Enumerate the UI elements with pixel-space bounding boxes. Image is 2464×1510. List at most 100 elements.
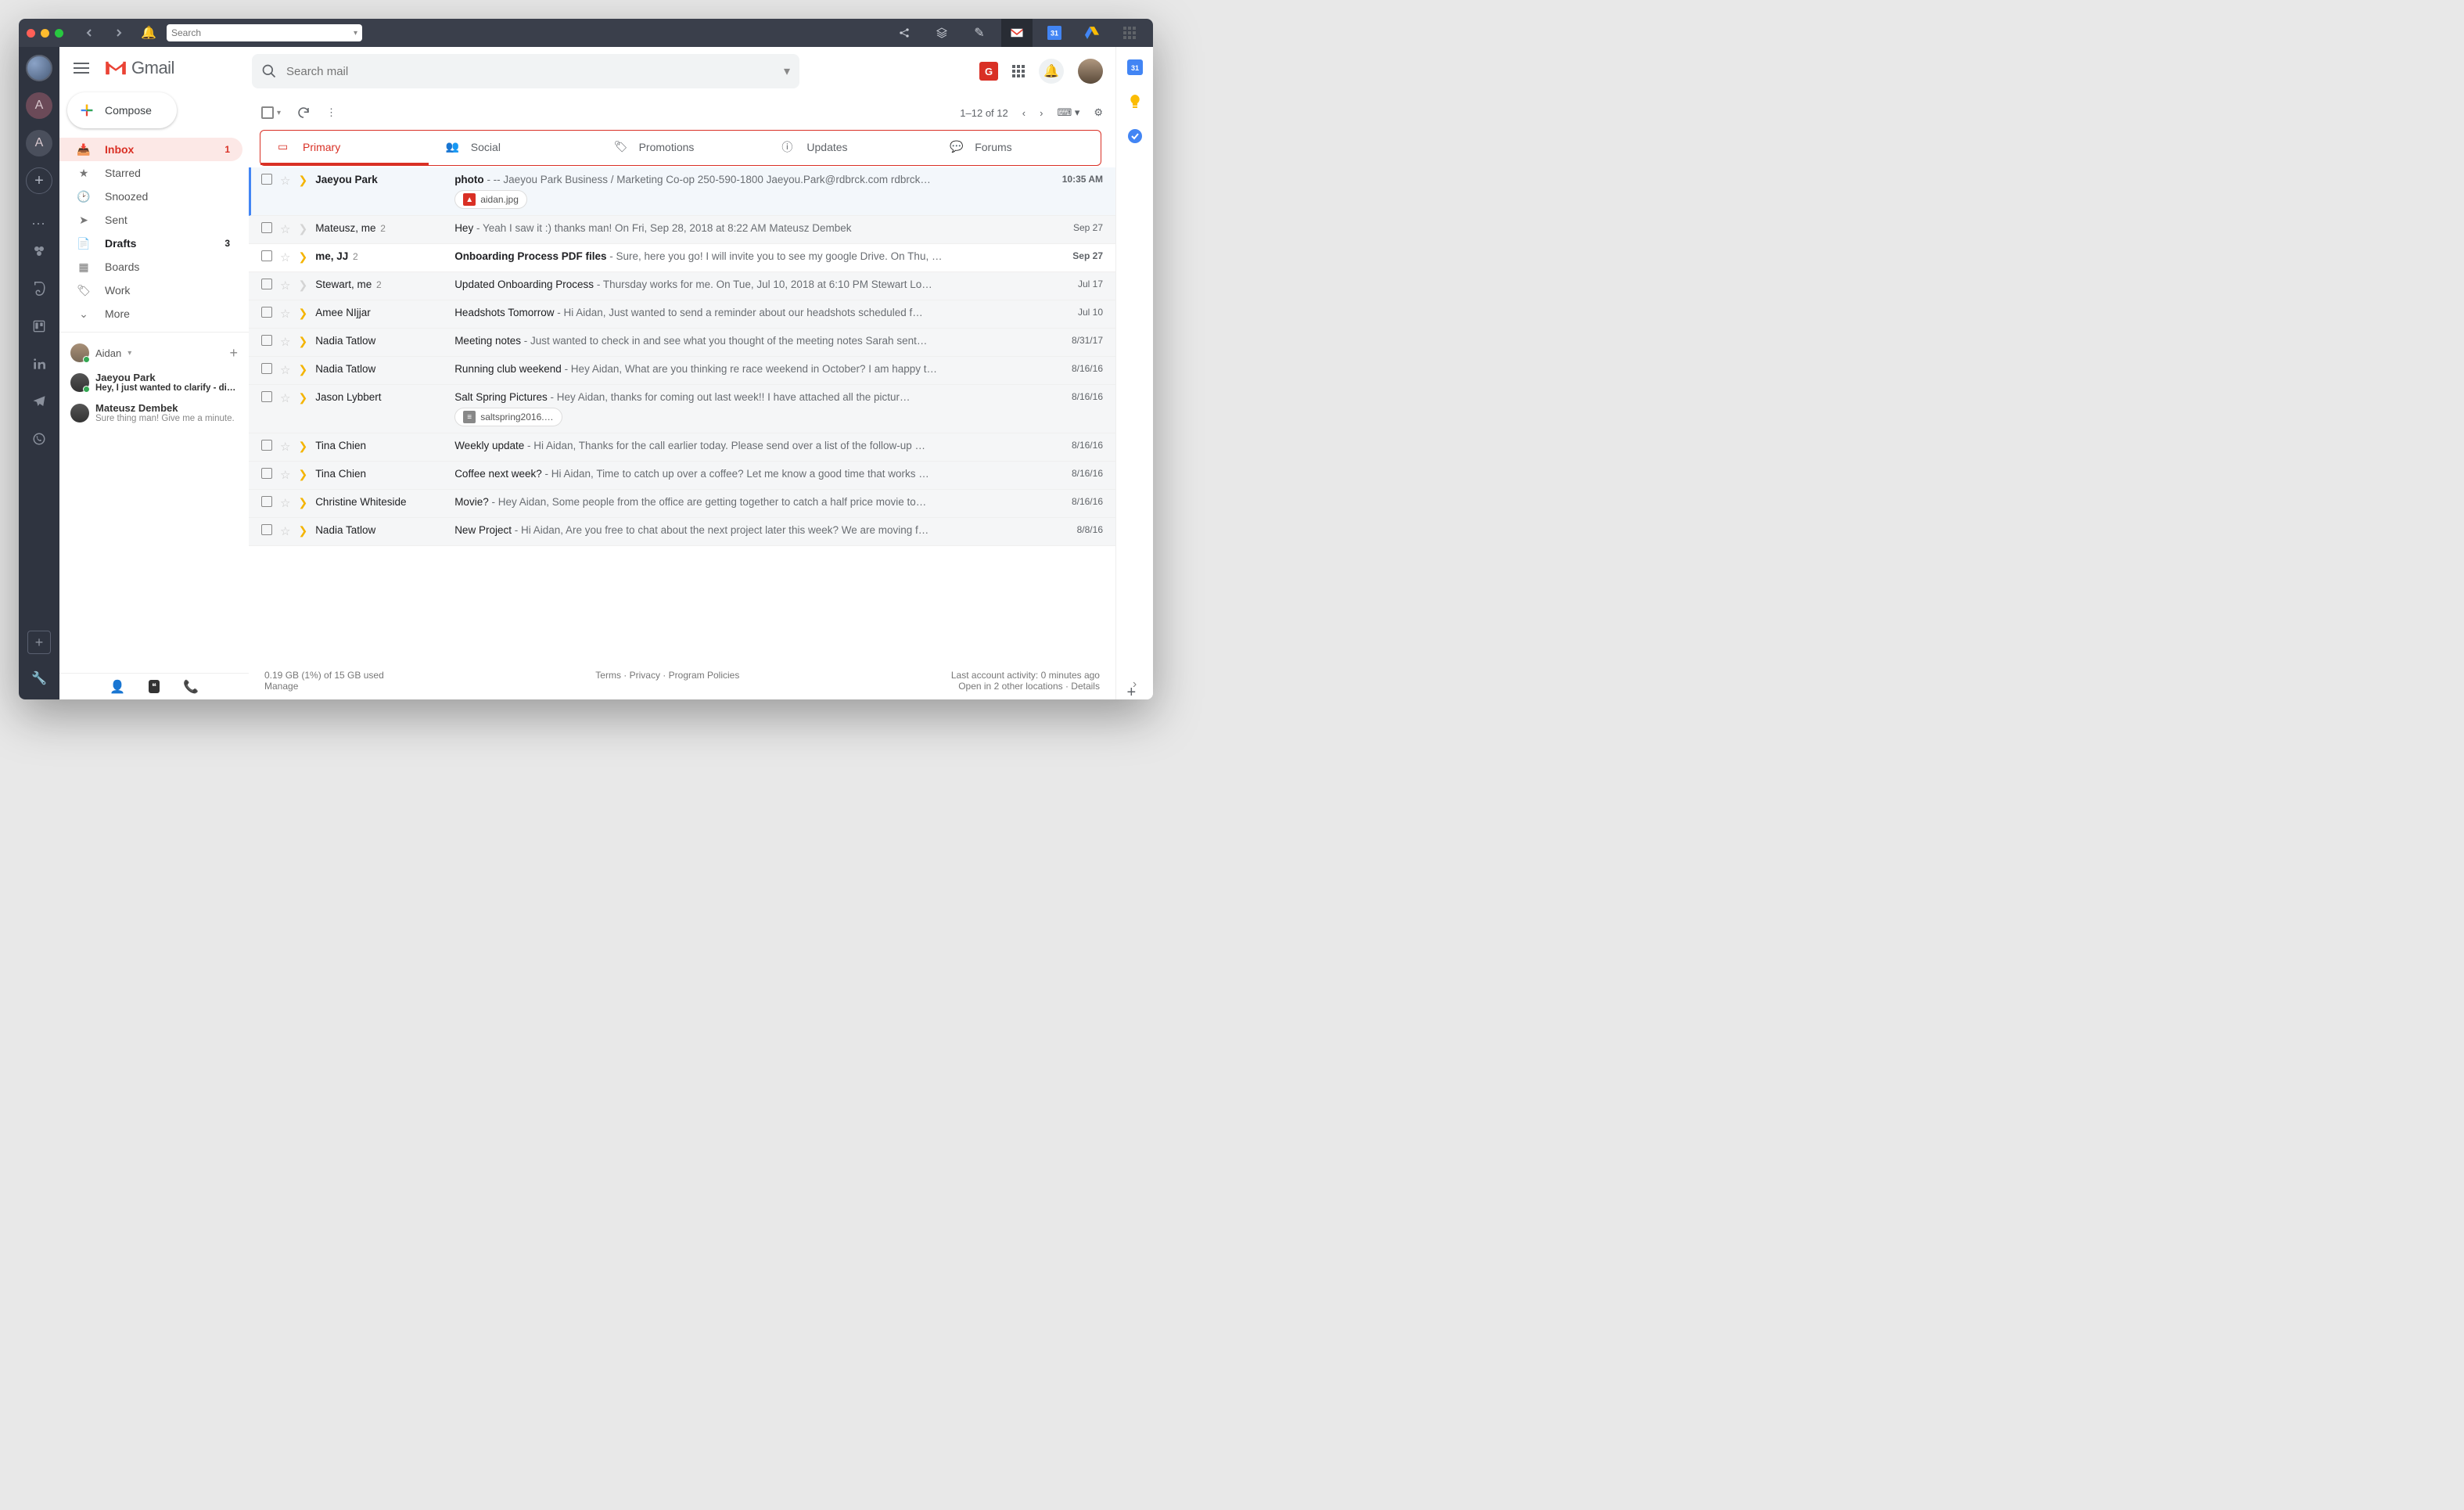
email-row[interactable]: ☆ ❯ Tina Chien Weekly update - Hi Aidan,… — [249, 433, 1115, 462]
sidebar-item-inbox[interactable]: 📥Inbox1 — [59, 138, 242, 161]
email-row[interactable]: ☆ ❯ Mateusz, me 2 Hey - Yeah I saw it :)… — [249, 216, 1115, 244]
gmail-logo[interactable]: Gmail — [105, 58, 174, 78]
hangouts-chat[interactable]: Jaeyou ParkHey, I just wanted to clarify… — [59, 367, 249, 397]
importance-icon[interactable]: ❯ — [298, 279, 307, 292]
tab-social[interactable]: 👥Social — [429, 131, 597, 165]
sidebar-item-starred[interactable]: ★Starred — [59, 161, 242, 185]
calendar-app-icon[interactable]: 31 — [1039, 19, 1070, 47]
add-app-button[interactable]: + — [27, 631, 51, 654]
row-checkbox[interactable] — [261, 468, 272, 479]
importance-icon[interactable]: ❯ — [298, 363, 307, 376]
terms-link[interactable]: Terms — [595, 670, 621, 681]
row-checkbox[interactable] — [261, 496, 272, 507]
refresh-icon[interactable] — [296, 106, 311, 120]
importance-icon[interactable]: ❯ — [298, 524, 307, 537]
mail-search-input[interactable] — [286, 65, 774, 78]
maximize-window-button[interactable] — [55, 29, 63, 38]
workspace-a1[interactable]: A — [26, 92, 52, 119]
account-avatar[interactable] — [1078, 59, 1103, 84]
attachment-chip[interactable]: ≡saltspring2016.… — [454, 408, 562, 426]
evernote-icon[interactable] — [26, 275, 52, 302]
apps-grid-icon[interactable] — [1012, 65, 1025, 77]
sidebar-item-snoozed[interactable]: 🕑Snoozed — [59, 185, 242, 208]
nav-back-button[interactable] — [77, 23, 101, 42]
sidebar-item-boards[interactable]: ▦Boards — [59, 255, 242, 279]
email-row[interactable]: ☆ ❯ Nadia Tatlow New Project - Hi Aidan,… — [249, 518, 1115, 546]
email-row[interactable]: ☆ ❯ Nadia Tatlow Running club weekend - … — [249, 357, 1115, 385]
email-row[interactable]: ☆ ❯ Tina Chien Coffee next week? - Hi Ai… — [249, 462, 1115, 490]
attachment-chip[interactable]: ▲aidan.jpg — [454, 190, 527, 209]
workspace-a2[interactable]: A — [26, 130, 52, 156]
email-row[interactable]: ☆ ❯ Christine Whiteside Movie? - Hey Aid… — [249, 490, 1115, 518]
gmail-app-icon[interactable] — [1001, 19, 1033, 47]
email-row[interactable]: ☆ ❯ Amee NIjjar Headshots Tomorrow - Hi … — [249, 300, 1115, 329]
row-checkbox[interactable] — [261, 174, 272, 185]
select-all-checkbox[interactable] — [261, 106, 274, 119]
row-checkbox[interactable] — [261, 440, 272, 451]
star-icon[interactable]: ☆ — [280, 174, 290, 188]
star-icon[interactable]: ☆ — [280, 468, 290, 482]
add-workspace-button[interactable]: + — [26, 167, 52, 194]
star-icon[interactable]: ☆ — [280, 524, 290, 538]
star-icon[interactable]: ☆ — [280, 363, 290, 377]
telegram-icon[interactable] — [26, 388, 52, 415]
row-checkbox[interactable] — [261, 222, 272, 233]
tab-forums[interactable]: 💬Forums — [932, 131, 1101, 165]
star-icon[interactable]: ☆ — [280, 335, 290, 349]
star-icon[interactable]: ☆ — [280, 440, 290, 454]
importance-icon[interactable]: ❯ — [298, 307, 307, 320]
row-checkbox[interactable] — [261, 307, 272, 318]
star-icon[interactable]: ☆ — [280, 391, 290, 405]
importance-icon[interactable]: ❯ — [298, 440, 307, 453]
collapse-addon-icon[interactable]: › — [1133, 678, 1137, 692]
privacy-link[interactable]: Privacy — [630, 670, 660, 681]
importance-icon[interactable]: ❯ — [298, 335, 307, 348]
hangouts-self[interactable]: Aidan ▾ + — [59, 339, 249, 367]
input-tools-icon[interactable]: ⌨ ▾ — [1057, 106, 1079, 119]
add-contact-icon[interactable]: + — [229, 345, 238, 361]
row-checkbox[interactable] — [261, 250, 272, 261]
tab-primary[interactable]: ▭Primary — [260, 131, 429, 165]
importance-icon[interactable]: ❯ — [298, 496, 307, 509]
importance-icon[interactable]: ❯ — [298, 391, 307, 404]
email-row[interactable]: ☆ ❯ Nadia Tatlow Meeting notes - Just wa… — [249, 329, 1115, 357]
row-checkbox[interactable] — [261, 391, 272, 402]
settings-wrench-icon[interactable]: 🔧 — [26, 665, 52, 692]
more-dots-icon[interactable]: ⋯ — [31, 221, 47, 227]
omnibar-input[interactable] — [171, 27, 354, 38]
minimize-window-button[interactable] — [41, 29, 49, 38]
trello-icon[interactable] — [26, 313, 52, 340]
sidebar-item-drafts[interactable]: 📄Drafts3 — [59, 232, 242, 255]
omnibar-search[interactable]: ▾ — [167, 24, 362, 41]
keep-addon-icon[interactable] — [1127, 94, 1143, 110]
importance-icon[interactable]: ❯ — [298, 174, 307, 187]
contacts-icon[interactable]: 👤 — [110, 679, 125, 695]
star-icon[interactable]: ☆ — [280, 250, 290, 264]
email-row[interactable]: ☆ ❯ Jaeyou Park photo - -- Jaeyou Park B… — [249, 167, 1115, 216]
hangouts-chat[interactable]: Mateusz DembekSure thing man! Give me a … — [59, 397, 249, 428]
sidebar-item-sent[interactable]: ➤Sent — [59, 208, 242, 232]
settings-gear-icon[interactable]: ⚙ — [1094, 106, 1103, 119]
row-checkbox[interactable] — [261, 279, 272, 289]
calendar-addon-icon[interactable]: 31 — [1127, 59, 1143, 75]
drive-app-icon[interactable] — [1076, 19, 1108, 47]
linkedin-icon[interactable] — [26, 351, 52, 377]
hangouts-icon[interactable]: ❝ — [149, 680, 160, 693]
workspace-avatar[interactable] — [26, 55, 52, 81]
tasks-addon-icon[interactable] — [1127, 128, 1143, 144]
row-checkbox[interactable] — [261, 363, 272, 374]
edit-icon[interactable]: ✎ — [964, 19, 995, 47]
whatsapp-icon[interactable] — [26, 426, 52, 452]
nav-forward-button[interactable] — [107, 23, 131, 42]
share-icon[interactable] — [889, 19, 920, 47]
next-page-icon[interactable]: › — [1040, 107, 1043, 119]
chevron-down-icon[interactable]: ▾ — [354, 29, 357, 38]
sidebar-item-more[interactable]: ⌄More — [59, 302, 242, 325]
star-icon[interactable]: ☆ — [280, 307, 290, 321]
star-icon[interactable]: ☆ — [280, 279, 290, 293]
menu-icon[interactable] — [64, 63, 99, 74]
policies-link[interactable]: Program Policies — [669, 670, 740, 681]
notifications-icon[interactable]: 🔔 — [137, 23, 160, 42]
mail-search[interactable]: ▾ — [252, 54, 799, 88]
row-checkbox[interactable] — [261, 335, 272, 346]
